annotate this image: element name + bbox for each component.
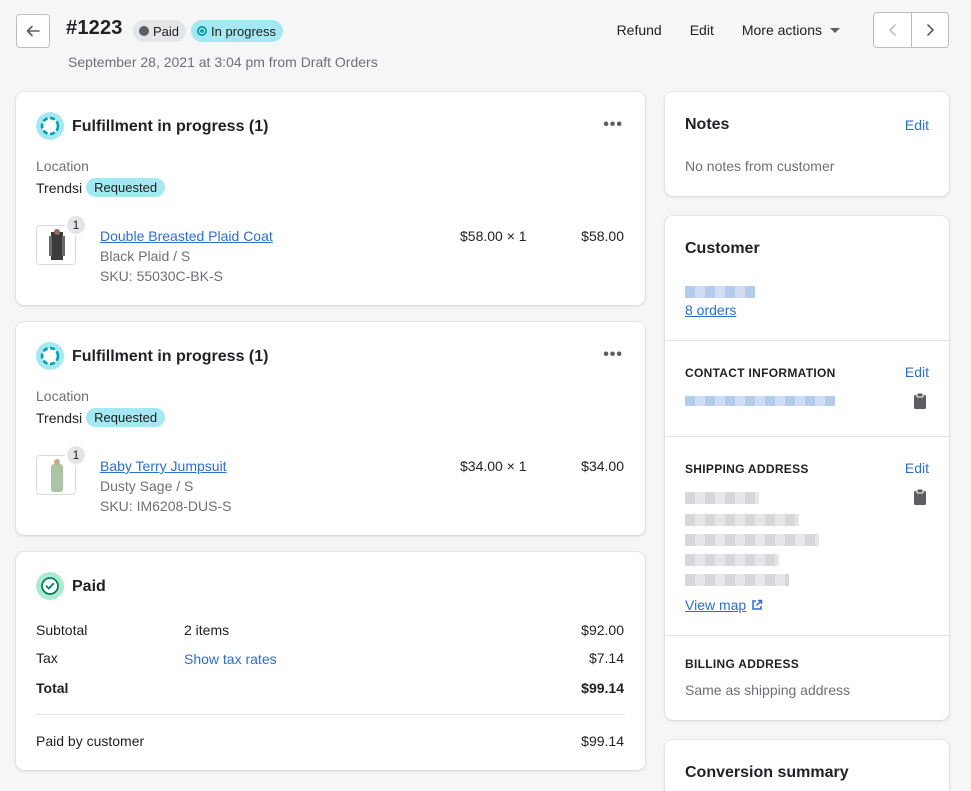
product-variant: Dusty Sage / S bbox=[100, 478, 194, 494]
subtotal-label: Subtotal bbox=[36, 622, 88, 638]
location-label: Location bbox=[36, 388, 89, 404]
line-total: $58.00 bbox=[581, 228, 624, 244]
fulfillment-progress-icon bbox=[36, 112, 64, 140]
page-header: #1223 Paid In progress Refund Edit More … bbox=[16, 12, 949, 48]
contact-info-heading: Contact information bbox=[685, 366, 836, 380]
order-subtitle: September 28, 2021 at 3:04 pm from Draft… bbox=[68, 54, 378, 70]
header-actions: Refund Edit More actions bbox=[603, 21, 854, 39]
billing-address-text: Same as shipping address bbox=[685, 682, 850, 698]
requested-badge: Requested bbox=[86, 408, 166, 427]
arrow-left-icon bbox=[26, 25, 40, 37]
conversion-summary-title: Conversion summary bbox=[685, 764, 849, 781]
requested-badge: Requested bbox=[86, 178, 166, 197]
subtotal-value: $92.00 bbox=[581, 622, 624, 638]
more-options-icon[interactable]: ••• bbox=[603, 116, 623, 134]
chevron-right-icon bbox=[927, 24, 935, 36]
clipboard-icon[interactable] bbox=[913, 488, 927, 506]
fulfillment-progress-icon bbox=[36, 342, 64, 370]
customer-card: Customer 8 orders Contact information Ed… bbox=[665, 216, 949, 720]
payment-status-badge: Paid bbox=[133, 20, 187, 42]
next-order-button[interactable] bbox=[911, 13, 948, 47]
line-total: $34.00 bbox=[581, 458, 624, 474]
total-value: $99.14 bbox=[581, 680, 624, 696]
payment-title: Paid bbox=[72, 578, 106, 595]
chevron-left-icon bbox=[888, 24, 896, 36]
address-line-redacted bbox=[685, 574, 789, 586]
address-line-redacted bbox=[685, 554, 779, 566]
fulfillment-card: Fulfillment in progress (1) ••• Location… bbox=[16, 92, 645, 305]
fulfillment-title: Fulfillment in progress (1) bbox=[72, 118, 269, 135]
show-tax-rates-link[interactable]: Show tax rates bbox=[184, 651, 277, 667]
fulfillment-title: Fulfillment in progress (1) bbox=[72, 348, 269, 365]
divider bbox=[665, 635, 949, 636]
badge-label: Paid bbox=[153, 23, 180, 39]
location-label: Location bbox=[36, 158, 89, 174]
location-name: Trendsi bbox=[36, 179, 83, 196]
notes-card: Notes Edit No notes from customer bbox=[665, 92, 949, 196]
shipping-address-heading: Shipping address bbox=[685, 462, 809, 476]
clipboard-icon[interactable] bbox=[913, 392, 927, 410]
notes-edit-button[interactable]: Edit bbox=[905, 117, 929, 133]
fulfillment-card: Fulfillment in progress (1) ••• Location… bbox=[16, 322, 645, 535]
location-row: Trendsi Requested bbox=[36, 408, 166, 427]
location-row: Trendsi Requested bbox=[36, 178, 166, 197]
email-redacted[interactable] bbox=[685, 396, 835, 406]
subtotal-items: 2 items bbox=[184, 622, 230, 638]
address-line-redacted bbox=[685, 534, 819, 546]
tax-value: $7.14 bbox=[588, 650, 624, 666]
payment-card: Paid Subtotal 2 items $92.00 Tax Show ta… bbox=[16, 552, 645, 770]
fulfillment-status-badge: In progress bbox=[191, 20, 284, 42]
product-link[interactable]: Baby Terry Jumpsuit bbox=[100, 458, 227, 474]
unit-price: $34.00 × 1 bbox=[460, 458, 527, 474]
total-label: Total bbox=[36, 680, 69, 696]
customer-orders-link[interactable]: 8 orders bbox=[685, 302, 736, 318]
external-link-icon bbox=[752, 599, 763, 610]
caret-down-icon bbox=[830, 27, 840, 33]
address-line-redacted bbox=[685, 492, 759, 504]
paid-by-customer-label: Paid by customer bbox=[36, 733, 145, 749]
refund-button[interactable]: Refund bbox=[603, 21, 676, 39]
unit-price: $58.00 × 1 bbox=[460, 228, 527, 244]
order-pager bbox=[873, 12, 949, 48]
notes-text: No notes from customer bbox=[685, 158, 835, 174]
product-link[interactable]: Double Breasted Plaid Coat bbox=[100, 228, 273, 244]
customer-title: Customer bbox=[685, 240, 760, 257]
progress-dot-icon bbox=[197, 26, 207, 36]
notes-title: Notes bbox=[685, 116, 730, 133]
status-dot-icon bbox=[139, 26, 149, 36]
billing-address-heading: Billing address bbox=[685, 657, 800, 671]
quantity-badge: 1 bbox=[65, 444, 87, 466]
shipping-edit-button[interactable]: Edit bbox=[905, 460, 929, 476]
view-map-link[interactable]: View map bbox=[685, 597, 763, 613]
product-sku: SKU: IM6208-DUS-S bbox=[100, 498, 232, 514]
conversion-summary-card: Conversion summary bbox=[665, 740, 949, 791]
divider bbox=[665, 340, 949, 341]
badge-label: In progress bbox=[211, 23, 277, 39]
quantity-badge: 1 bbox=[65, 214, 87, 236]
paid-check-icon bbox=[36, 572, 64, 600]
paid-by-customer-value: $99.14 bbox=[581, 733, 624, 749]
contact-edit-button[interactable]: Edit bbox=[905, 364, 929, 380]
divider bbox=[36, 714, 625, 715]
more-actions-label: More actions bbox=[741, 22, 822, 38]
view-map-label: View map bbox=[685, 597, 747, 613]
product-sku: SKU: 55030C-BK-S bbox=[100, 268, 223, 284]
customer-name-redacted[interactable] bbox=[685, 286, 755, 298]
tax-label: Tax bbox=[36, 650, 58, 666]
edit-button[interactable]: Edit bbox=[676, 21, 728, 39]
more-actions-button[interactable]: More actions bbox=[728, 21, 854, 39]
page-title: #1223 bbox=[66, 17, 123, 39]
divider bbox=[665, 436, 949, 437]
address-line-redacted bbox=[685, 514, 799, 526]
more-options-icon[interactable]: ••• bbox=[603, 346, 623, 364]
product-variant: Black Plaid / S bbox=[100, 248, 191, 264]
back-button[interactable] bbox=[16, 14, 50, 48]
previous-order-button[interactable] bbox=[874, 13, 911, 47]
location-name: Trendsi bbox=[36, 409, 83, 426]
